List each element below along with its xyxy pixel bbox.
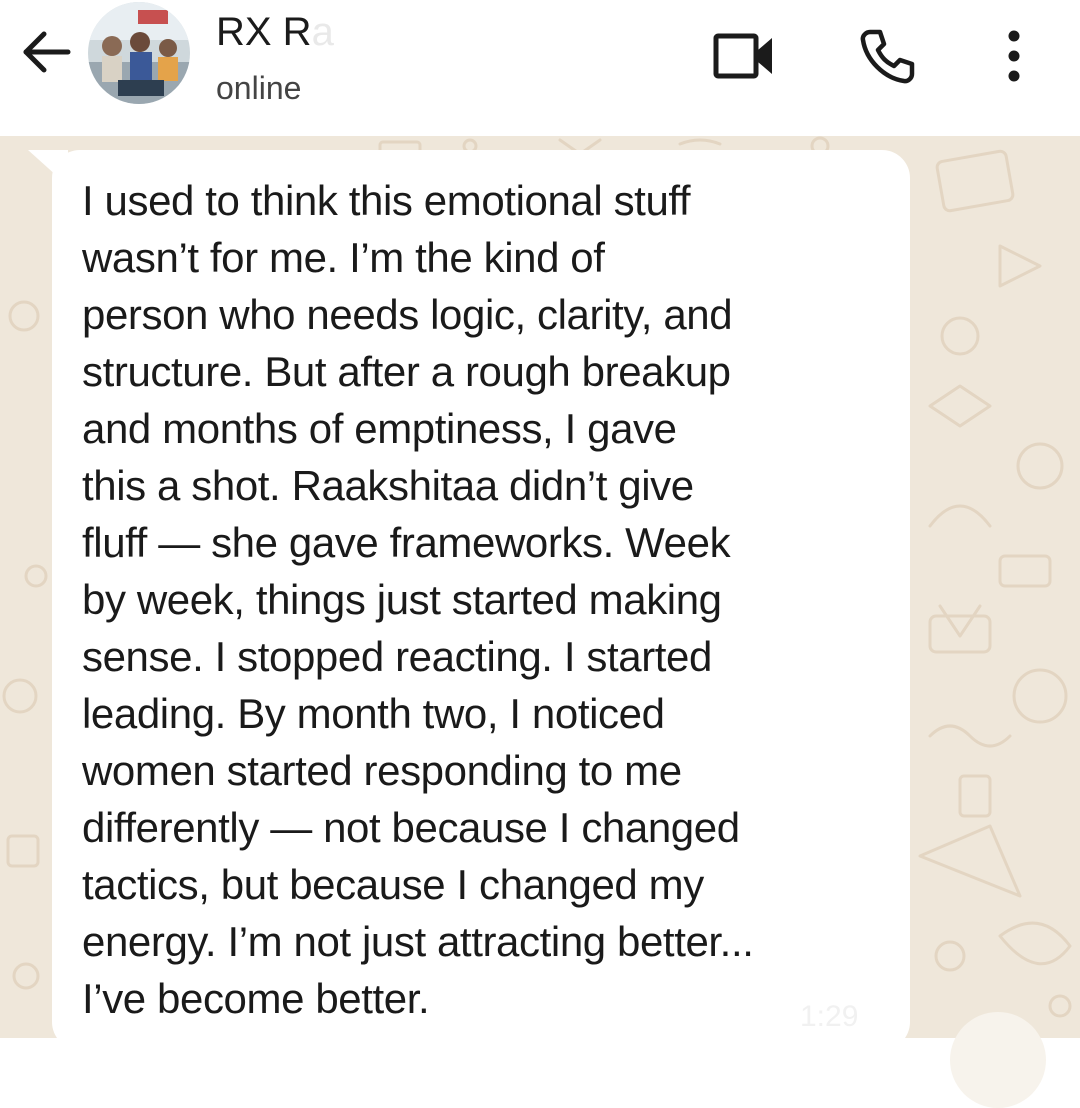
message-line: women started responding to me: [82, 747, 682, 794]
message-line: fluff — she gave frameworks. Week: [82, 519, 731, 566]
message-line: person who needs logic, clarity, and: [82, 291, 733, 338]
contact-status: online: [216, 70, 302, 106]
message-line: structure. But after a rough breakup: [82, 348, 731, 395]
message-line: energy. I’m not just attracting better..…: [82, 918, 754, 965]
message-line: and months of emptiness, I gave: [82, 405, 677, 452]
chat-header: RX Ra online: [0, 0, 1080, 136]
message-line: by week, things just started making: [82, 576, 722, 623]
message-timestamp: 1:29: [800, 1000, 859, 1033]
message-line: wasn’t for me. I’m the kind of: [82, 234, 605, 281]
message-line: tactics, but because I changed my: [82, 861, 704, 908]
contact-name[interactable]: RX Ra: [216, 8, 334, 56]
message-text: I used to think this emotional stuff was…: [82, 172, 902, 1027]
voice-call-button[interactable]: [856, 24, 920, 88]
message-line: sense. I stopped reacting. I started: [82, 633, 712, 680]
back-arrow-icon: [23, 31, 71, 73]
message-line: I’ve become better.: [82, 975, 430, 1022]
phone-call-icon: [860, 29, 915, 84]
video-call-button[interactable]: [708, 26, 778, 86]
video-call-icon: [713, 33, 772, 79]
more-vert-icon: [1008, 30, 1020, 82]
avatar-image: [88, 2, 190, 104]
more-options-button[interactable]: [996, 24, 1032, 88]
contact-name-faded: a: [311, 10, 334, 54]
message-line: I used to think this emotional stuff: [82, 177, 691, 224]
scroll-down-button[interactable]: [950, 1012, 1046, 1108]
avatar[interactable]: [88, 2, 190, 104]
message-line: leading. By month two, I noticed: [82, 690, 665, 737]
contact-name-text: RX R: [216, 10, 312, 54]
back-button[interactable]: [18, 22, 78, 82]
message-line: this a shot. Raakshitaa didn’t give: [82, 462, 694, 509]
message-line: differently — not because I changed: [82, 804, 740, 851]
